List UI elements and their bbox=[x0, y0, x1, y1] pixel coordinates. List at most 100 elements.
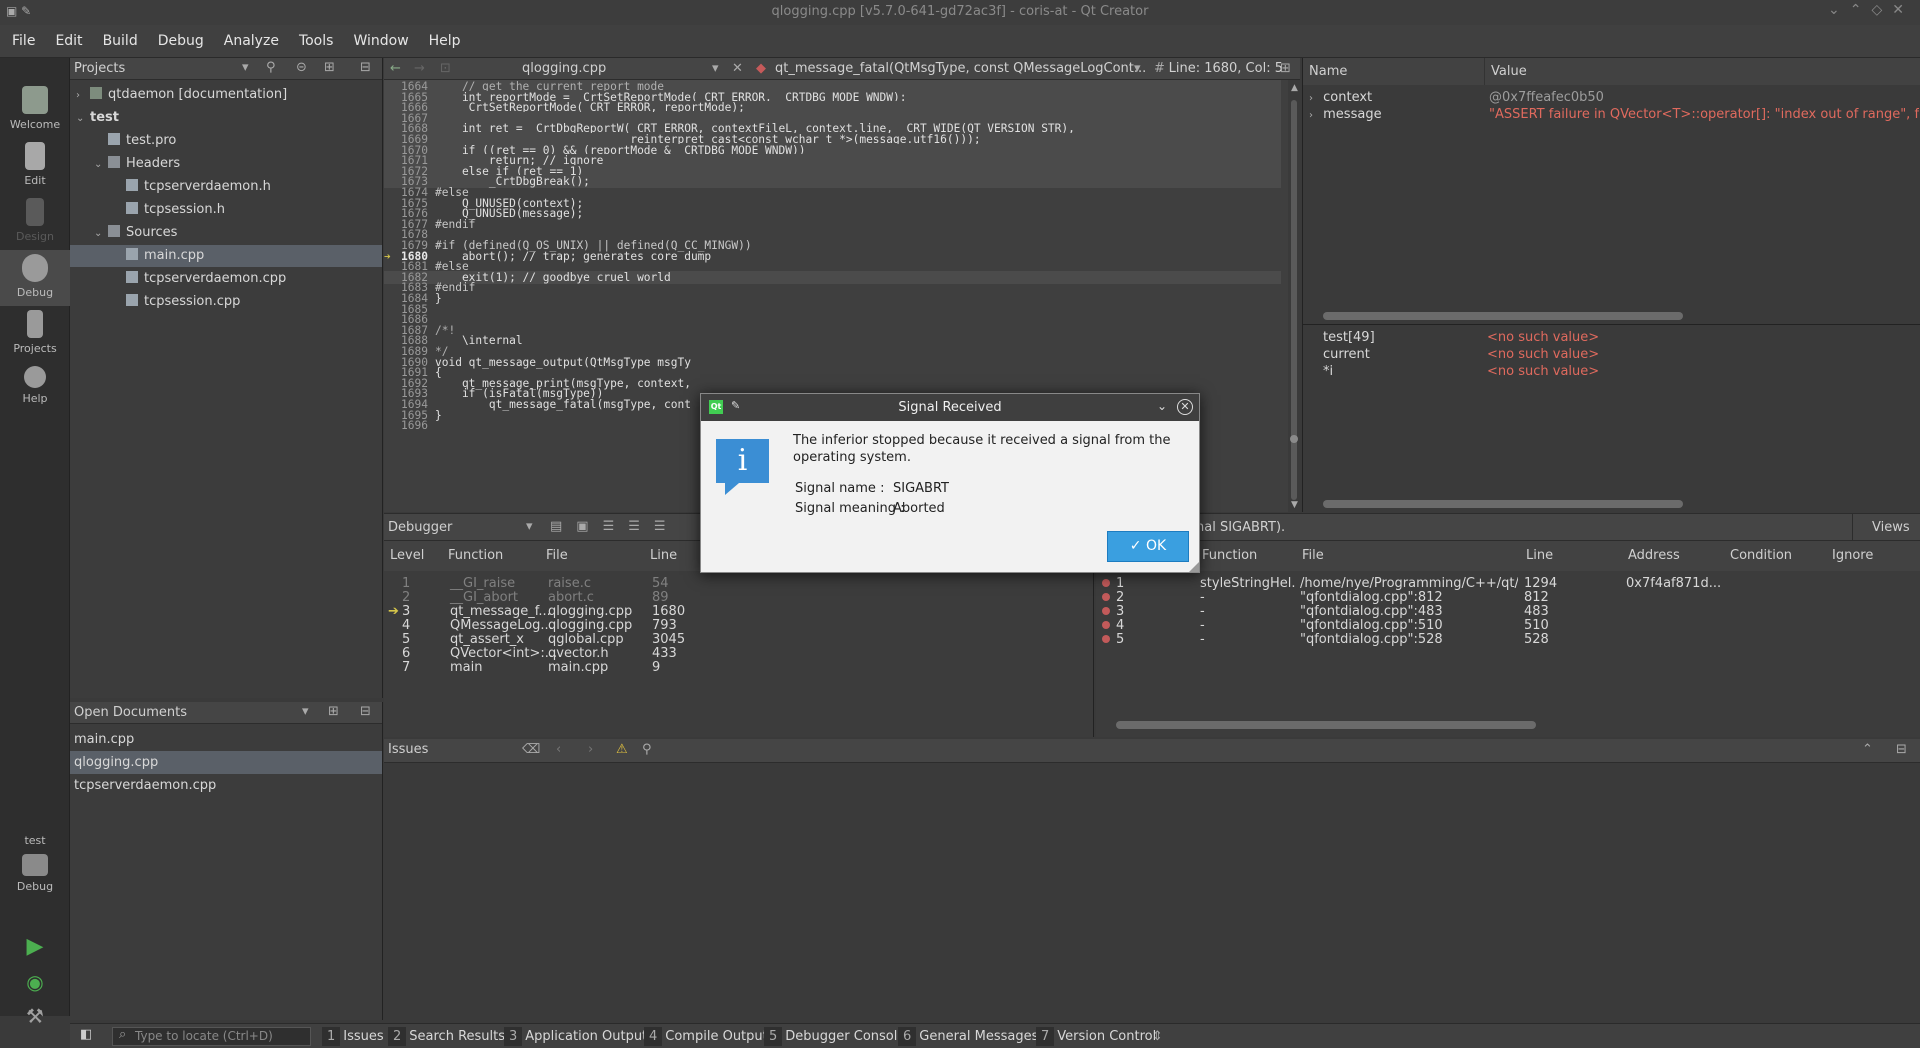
previous-icon[interactable]: ‹ bbox=[556, 742, 561, 757]
close-icon[interactable]: ✕ bbox=[1177, 399, 1193, 415]
output-pane-button[interactable]: 6 General Messages bbox=[898, 1027, 1038, 1046]
breakpoints-hscrollbar[interactable] bbox=[1116, 721, 1536, 729]
locator-input[interactable]: Type to locate (Ctrl+D) bbox=[112, 1027, 311, 1046]
breakpoints-header-address[interactable]: Address bbox=[1622, 541, 1724, 571]
chevron-down-icon[interactable]: ⌄ bbox=[94, 223, 108, 245]
tree-item[interactable]: tcpsession.h bbox=[70, 199, 382, 221]
menu-help[interactable]: Help bbox=[417, 25, 469, 49]
output-pane-button[interactable]: 7 Version Control bbox=[1036, 1027, 1156, 1046]
forward-arrow-icon[interactable]: → bbox=[414, 61, 425, 76]
chevron-right-icon[interactable]: › bbox=[1309, 93, 1313, 104]
stack-cell-file[interactable]: main.cpp bbox=[548, 659, 608, 676]
output-pane-button[interactable]: 1 Issues bbox=[322, 1027, 384, 1046]
link-icon[interactable]: ⊝ bbox=[296, 60, 307, 75]
stack-header-function[interactable]: Function bbox=[442, 541, 540, 571]
warning-icon[interactable]: ⚠ bbox=[616, 742, 628, 757]
close-pane-icon[interactable]: ⊟ bbox=[1896, 742, 1907, 757]
chevron-down-icon[interactable]: ▾ bbox=[526, 519, 533, 534]
menu-window[interactable]: Window bbox=[341, 25, 416, 49]
tree-item[interactable]: tcpserverdaemon.h bbox=[70, 176, 382, 198]
tree-item[interactable]: tcpsession.cpp bbox=[70, 291, 382, 313]
chevron-right-icon[interactable]: › bbox=[1309, 110, 1313, 121]
breakpoint-cell-line[interactable]: 528 bbox=[1524, 631, 1620, 648]
chevron-down-icon[interactable]: ▾ bbox=[302, 704, 309, 719]
menu-debug[interactable]: Debug bbox=[146, 25, 212, 49]
target-selector[interactable]: Debug bbox=[0, 854, 70, 906]
split-icon[interactable]: ⊞ bbox=[1280, 61, 1291, 76]
next-icon[interactable]: › bbox=[588, 742, 593, 757]
ok-button[interactable]: ✓ OK bbox=[1107, 531, 1189, 562]
editor-scrollbar[interactable]: ▲ ▼ bbox=[1288, 80, 1300, 512]
stack-cell-func[interactable]: main bbox=[450, 659, 482, 676]
filter-icon[interactable]: ⚲ bbox=[642, 742, 652, 757]
menu-build[interactable]: Build bbox=[91, 25, 146, 49]
menu-edit[interactable]: Edit bbox=[43, 25, 90, 49]
open-document-item[interactable]: main.cpp bbox=[70, 728, 382, 751]
tree-item[interactable]: ⌄ Headers bbox=[70, 153, 382, 175]
back-arrow-icon[interactable]: ← bbox=[390, 61, 401, 76]
window-controls[interactable]: ⌄⌃◇✕ bbox=[1828, 2, 1914, 18]
debugger-selector[interactable]: Debugger bbox=[388, 520, 452, 535]
stack-cell-line[interactable]: 9 bbox=[652, 659, 660, 676]
start-debugging-button[interactable]: ◉ bbox=[0, 970, 70, 996]
debug-step-icons[interactable]: ▤▣☰☰☰ bbox=[550, 519, 680, 534]
editor-file-selector[interactable]: qlogging.cpp bbox=[522, 61, 606, 76]
breakpoints-header-file[interactable]: File bbox=[1296, 541, 1520, 571]
menu-tools[interactable]: Tools bbox=[287, 25, 342, 49]
tree-item[interactable]: test.pro bbox=[70, 130, 382, 152]
open-document-item[interactable]: tcpserverdaemon.cpp bbox=[70, 774, 382, 797]
mode-design[interactable]: Design bbox=[0, 198, 70, 250]
menu-analyze[interactable]: Analyze bbox=[212, 25, 287, 49]
tree-item[interactable]: ⌄ test bbox=[70, 107, 382, 129]
breakpoint-cell-file[interactable]: "qfontdialog.cpp":528 bbox=[1300, 631, 1518, 648]
breakpoints-header-function[interactable]: Function bbox=[1196, 541, 1296, 571]
tree-item[interactable]: ⌄ Sources bbox=[70, 222, 382, 244]
resize-grip[interactable] bbox=[1189, 562, 1199, 572]
expression-name[interactable]: test[49] bbox=[1323, 329, 1375, 346]
breakpoint-row[interactable]: 5 bbox=[1102, 631, 1124, 648]
mode-debug[interactable]: Debug bbox=[0, 250, 70, 306]
output-pane-button[interactable]: 4 Compile Output bbox=[644, 1027, 768, 1046]
chevron-down-icon[interactable]: ⌄ bbox=[1157, 399, 1167, 413]
stack-header-file[interactable]: File bbox=[540, 541, 644, 571]
scroll-up-icon[interactable]: ▲ bbox=[1291, 83, 1298, 93]
run-button[interactable]: ▶ bbox=[0, 934, 70, 960]
close-document-icon[interactable]: ✕ bbox=[732, 61, 743, 76]
locals-hscrollbar[interactable] bbox=[1323, 312, 1683, 320]
split-icon[interactable]: ⊞ bbox=[328, 704, 339, 719]
symbol-selector[interactable]: qt_message_fatal(QtMsgType, const QMessa… bbox=[775, 61, 1146, 76]
line-number[interactable]: 1696 bbox=[384, 419, 428, 432]
chevron-down-icon[interactable]: ⌄ bbox=[94, 154, 108, 176]
output-pane-button[interactable]: 5 Debugger Console bbox=[764, 1027, 905, 1046]
open-document-item[interactable]: qlogging.cpp bbox=[70, 751, 382, 774]
chevron-down-icon[interactable]: ⌄ bbox=[76, 108, 90, 130]
tree-item[interactable]: main.cpp bbox=[70, 245, 382, 267]
output-pane-button[interactable]: 3 Application Output bbox=[504, 1027, 647, 1046]
breakpoints-header-condition[interactable]: Condition bbox=[1724, 541, 1826, 571]
breakpoint-cell-func[interactable]: - bbox=[1200, 631, 1296, 648]
locals-row[interactable]: › context bbox=[1309, 89, 1372, 106]
filter-icon[interactable]: ⚲ bbox=[266, 60, 276, 75]
cursor-position[interactable]: Line: 1680, Col: 5 bbox=[1153, 61, 1283, 76]
sidebar-toggle-icon[interactable]: ◧ bbox=[80, 1027, 92, 1042]
close-panel-icon[interactable]: ⊟ bbox=[360, 704, 371, 719]
more-panes-icon[interactable]: ⇕ bbox=[1152, 1027, 1163, 1046]
locals-row[interactable]: › message bbox=[1309, 106, 1382, 123]
scroll-down-icon[interactable]: ▼ bbox=[1291, 500, 1298, 510]
mode-edit[interactable]: Edit bbox=[0, 142, 70, 194]
stack-cell-level[interactable]: 7 bbox=[402, 659, 410, 676]
close-panel-icon[interactable]: ⊟ bbox=[360, 60, 371, 75]
tree-item[interactable]: › qtdaemon [documentation] bbox=[70, 84, 382, 106]
mode-help[interactable]: Help bbox=[0, 366, 70, 418]
split-icon[interactable]: ⊞ bbox=[324, 60, 335, 75]
output-pane-button[interactable]: 2 Search Results bbox=[388, 1027, 505, 1046]
mode-welcome[interactable]: Welcome bbox=[0, 86, 70, 138]
tree-item[interactable]: tcpserverdaemon.cpp bbox=[70, 268, 382, 290]
clear-icon[interactable]: ⌫ bbox=[522, 742, 540, 757]
views-button[interactable]: Views bbox=[1872, 520, 1910, 535]
chevron-right-icon[interactable]: › bbox=[76, 85, 90, 107]
expressions-hscrollbar[interactable] bbox=[1323, 500, 1683, 508]
maximize-icon[interactable]: ⌃ bbox=[1862, 742, 1873, 757]
expression-name[interactable]: current bbox=[1323, 346, 1370, 363]
locals-header-name[interactable]: Name bbox=[1303, 58, 1485, 85]
